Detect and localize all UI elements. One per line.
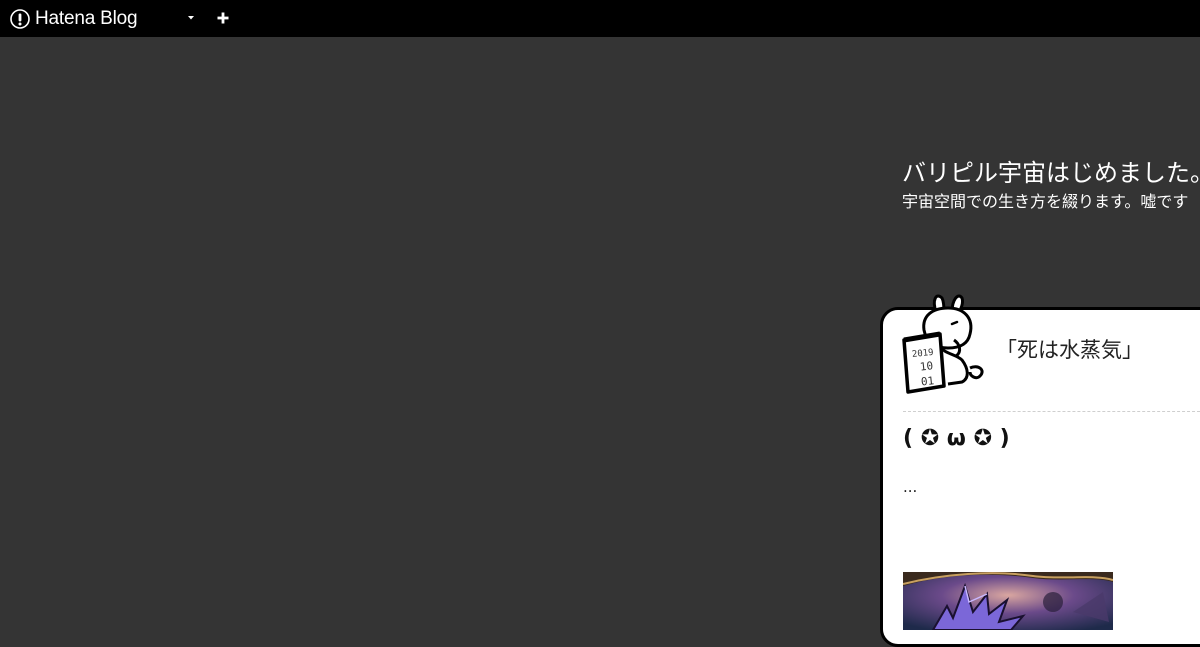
- entry-divider: [903, 411, 1200, 412]
- top-bar: Hatena Blog: [0, 0, 1200, 37]
- caret-down-icon: [188, 16, 194, 20]
- thumbnail-art: [903, 572, 1113, 630]
- blog-title[interactable]: バリピル宇宙はじめました。: [902, 155, 1200, 191]
- hatena-blog-logo[interactable]: Hatena Blog: [10, 7, 138, 30]
- brand-name: Hatena Blog: [35, 7, 138, 29]
- entry-heading: ( ✪ ω ✪ ): [903, 426, 1010, 451]
- blog-menu-dropdown[interactable]: [183, 10, 199, 26]
- blog-description: 宇宙空間での生き方を綴ります。嘘です: [902, 192, 1189, 211]
- entry-thumbnail-image[interactable]: [903, 572, 1113, 630]
- entry-date-day: 01: [920, 374, 935, 388]
- new-post-button[interactable]: [215, 10, 231, 26]
- rabbit-mascot-date-icon: 2019 10 01: [902, 294, 984, 394]
- hatena-logo-icon: [10, 8, 30, 29]
- entry-excerpt: ...: [903, 478, 918, 496]
- plus-icon: [217, 12, 229, 24]
- blog-header: バリピル宇宙はじめました。 宇宙空間での生き方を綴ります。嘘です: [902, 155, 1200, 213]
- entry-title-link[interactable]: 「死は水蒸気」: [996, 334, 1143, 364]
- entry-date-month: 10: [919, 359, 934, 373]
